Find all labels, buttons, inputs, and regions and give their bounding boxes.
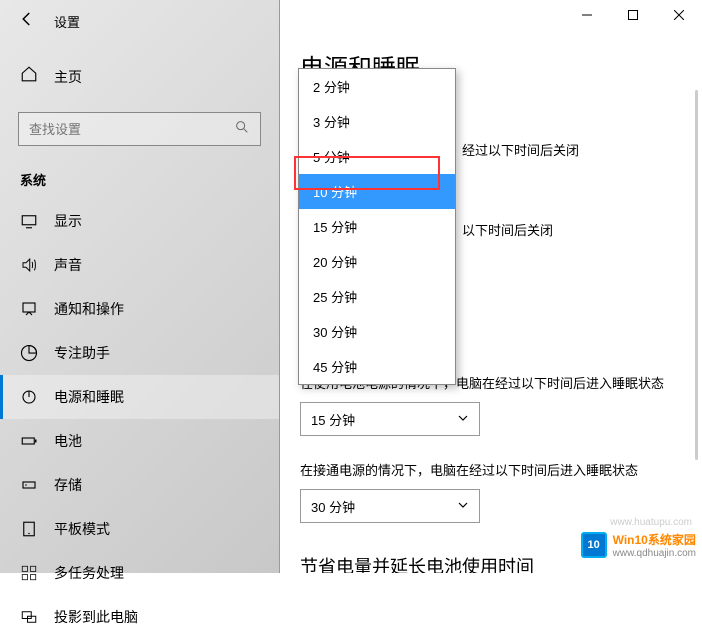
storage-icon: [20, 476, 38, 494]
watermark: 10 Win10系统家园 www.qdhuajin.com: [581, 531, 696, 559]
watermark-logo: 10: [581, 532, 607, 558]
sidebar-item-focus[interactable]: 专注助手: [0, 331, 279, 375]
multitask-icon: [20, 564, 38, 582]
watermark-brand: Win10系统家园: [613, 533, 696, 547]
dropdown-option[interactable]: 15 分钟: [299, 209, 455, 244]
sidebar: 设置 主页 系统 显示 声音 通知和操作 专注助手 电源和睡眠 电池 存储: [0, 0, 280, 573]
select-value: 15 分钟: [311, 410, 355, 429]
dropdown-option[interactable]: 3 分钟: [299, 104, 455, 139]
project-icon: [20, 608, 38, 626]
sidebar-item-tablet[interactable]: 平板模式: [0, 507, 279, 551]
sidebar-item-battery[interactable]: 电池: [0, 419, 279, 463]
display-icon: [20, 212, 38, 230]
sidebar-item-display[interactable]: 显示: [0, 199, 279, 243]
search-icon: [234, 119, 250, 140]
dropdown-option[interactable]: 10 分钟: [299, 174, 455, 209]
sleep-plugged-select[interactable]: 30 分钟: [300, 489, 480, 523]
chevron-down-icon: [457, 499, 469, 514]
dropdown-option[interactable]: 5 分钟: [299, 139, 455, 174]
sidebar-item-label: 存储: [54, 475, 82, 495]
home-icon: [20, 65, 38, 88]
sidebar-item-label: 专注助手: [54, 343, 110, 363]
scrollbar[interactable]: [695, 90, 698, 460]
home-label: 主页: [54, 67, 82, 87]
section-label: 系统: [0, 160, 279, 199]
watermark-url-2: www.huatupu.com: [610, 517, 692, 528]
home-button[interactable]: 主页: [0, 55, 279, 98]
sidebar-item-multitask[interactable]: 多任务处理: [0, 551, 279, 595]
battery-icon: [20, 432, 38, 450]
sidebar-item-label: 声音: [54, 255, 82, 275]
app-title: 设置: [54, 12, 80, 31]
screen-off-battery-partial: 经过以下时间后关闭: [462, 140, 579, 159]
search-input[interactable]: [18, 112, 261, 146]
dropdown-option[interactable]: 30 分钟: [299, 314, 455, 349]
time-dropdown: 2 分钟3 分钟5 分钟10 分钟15 分钟20 分钟25 分钟30 分钟45 …: [298, 68, 456, 385]
dropdown-option[interactable]: 25 分钟: [299, 279, 455, 314]
search-field[interactable]: [29, 122, 234, 137]
sound-icon: [20, 256, 38, 274]
sidebar-item-label: 多任务处理: [54, 563, 124, 583]
watermark-url: www.qdhuajin.com: [613, 548, 696, 559]
sidebar-item-power[interactable]: 电源和睡眠: [0, 375, 279, 419]
back-button[interactable]: [18, 10, 36, 33]
notifications-icon: [20, 300, 38, 318]
sidebar-item-sound[interactable]: 声音: [0, 243, 279, 287]
sidebar-item-label: 投影到此电脑: [54, 607, 138, 627]
focus-icon: [20, 344, 38, 362]
sidebar-item-label: 通知和操作: [54, 299, 124, 319]
sleep-battery-select[interactable]: 15 分钟: [300, 402, 480, 436]
sidebar-item-storage[interactable]: 存储: [0, 463, 279, 507]
sidebar-item-notifications[interactable]: 通知和操作: [0, 287, 279, 331]
sidebar-item-label: 显示: [54, 211, 82, 231]
sidebar-item-label: 电源和睡眠: [54, 387, 124, 407]
sidebar-item-label: 平板模式: [54, 519, 110, 539]
screen-off-plugged-partial: 以下时间后关闭: [462, 220, 553, 239]
chevron-down-icon: [457, 412, 469, 427]
power-icon: [20, 388, 38, 406]
sidebar-item-project[interactable]: 投影到此电脑: [0, 595, 279, 639]
sleep-plugged-label: 在接通电源的情况下，电脑在经过以下时间后进入睡眠状态: [300, 460, 682, 479]
dropdown-option[interactable]: 20 分钟: [299, 244, 455, 279]
dropdown-option[interactable]: 2 分钟: [299, 69, 455, 104]
sidebar-item-label: 电池: [54, 431, 82, 451]
select-value: 30 分钟: [311, 497, 355, 516]
tablet-icon: [20, 520, 38, 538]
dropdown-option[interactable]: 45 分钟: [299, 349, 455, 384]
